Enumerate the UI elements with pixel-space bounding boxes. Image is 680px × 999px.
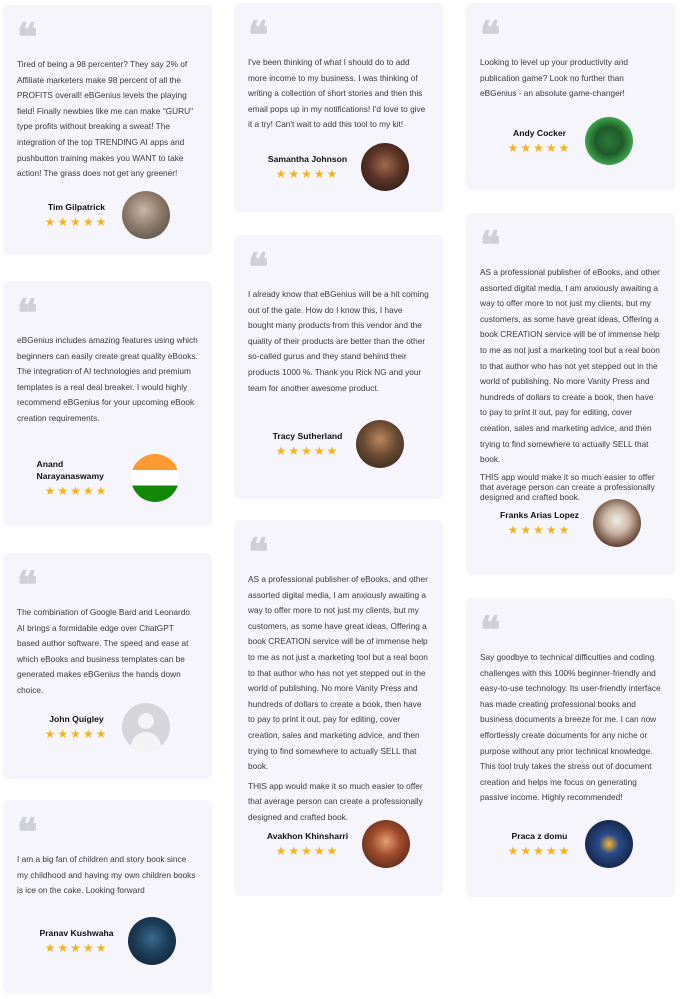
testimonial-card-anand-narayanaswamy: ❝ eBGenius includes amazing features usi… — [3, 281, 212, 526]
reviewer: John Quigley ★★★★★ — [3, 703, 212, 751]
quote-icon: ❝ — [480, 607, 500, 652]
avatar — [122, 703, 171, 751]
testimonial-text: eBGenius includes amazing features using… — [17, 335, 198, 423]
reviewer-name: Tim Gilpatrick — [47, 202, 106, 212]
star-rating: ★★★★★ — [275, 444, 340, 458]
quote-icon: ❝ — [17, 14, 37, 59]
quote-icon: ❝ — [480, 12, 500, 57]
star-rating: ★★★★★ — [44, 941, 109, 955]
testimonial-text: The combination of Google Bard and Leona… — [17, 607, 190, 695]
reviewer-name: Pranav Kushwaha — [39, 928, 114, 938]
testimonial-card-samantha-johnson: ❝ I've been thinking of what I should do… — [234, 3, 443, 212]
reviewer: Tim Gilpatrick ★★★★★ — [3, 191, 212, 239]
star-rating: ★★★★★ — [275, 844, 340, 858]
reviewer: Andy Cocker ★★★★★ — [466, 117, 675, 165]
testimonial-text: AS a professional publisher of eBooks, a… — [248, 574, 428, 822]
quote-icon: ❝ — [248, 244, 268, 289]
testimonial-card-john-quigley: ❝ The combination of Google Bard and Leo… — [3, 553, 212, 779]
testimonial-card-praca-z-domu: ❝ Say goodbye to technical difficulties … — [466, 598, 675, 897]
star-rating: ★★★★★ — [507, 844, 572, 858]
star-rating: ★★★★★ — [44, 727, 109, 741]
avatar — [361, 143, 410, 191]
reviewer-name: Praca z domu — [511, 831, 568, 841]
star-rating: ★★★★★ — [507, 141, 572, 155]
reviewer: Samantha Johnson ★★★★★ — [234, 143, 443, 191]
reviewer: Tracy Sutherland ★★★★★ — [234, 420, 443, 468]
testimonial-card-avakhon-khinsharri: ❝ AS a professional publisher of eBooks,… — [234, 520, 443, 896]
avatar — [122, 191, 171, 239]
reviewer: Pranav Kushwaha ★★★★★ — [3, 917, 212, 965]
testimonial-card-pranav-kushwaha: ❝ I am a big fan of children and story b… — [3, 800, 212, 994]
reviewer-name: Anand Narayanaswamy — [36, 459, 104, 481]
quote-icon: ❝ — [17, 290, 37, 335]
testimonial-card-andy-cocker: ❝ Looking to level up your productivity … — [466, 3, 675, 190]
star-rating: ★★★★★ — [44, 215, 109, 229]
avatar — [585, 117, 634, 165]
testimonial-text: I am a big fan of children and story boo… — [17, 854, 196, 896]
reviewer-name: Tracy Sutherland — [272, 431, 343, 441]
testimonial-text: AS a professional publisher of eBooks, a… — [480, 267, 660, 502]
avatar — [585, 820, 634, 868]
quote-icon: ❝ — [17, 809, 37, 854]
testimonial-card-franks-arias-lopez: ❝ AS a professional publisher of eBooks,… — [466, 213, 675, 575]
star-rating: ★★★★★ — [275, 167, 340, 181]
testimonial-text: Looking to level up your productivity an… — [480, 57, 629, 99]
quote-icon: ❝ — [248, 529, 268, 574]
testimonial-card-tracy-sutherland: ❝ I already know that eBGenius will be a… — [234, 235, 443, 499]
avatar — [592, 499, 641, 547]
quote-icon: ❝ — [248, 12, 268, 57]
reviewer: Avakhon Khinsharri ★★★★★ — [234, 820, 443, 868]
avatar — [127, 917, 176, 965]
reviewer: Anand Narayanaswamy ★★★★★ — [3, 454, 212, 502]
quote-icon: ❝ — [480, 222, 500, 267]
reviewer-name: Samantha Johnson — [267, 154, 348, 164]
testimonial-text: I already know that eBGenius will be a h… — [248, 289, 429, 393]
reviewer-name: Andy Cocker — [512, 128, 566, 138]
reviewer-name: John Quigley — [49, 714, 104, 724]
avatar — [130, 454, 179, 502]
avatar — [362, 820, 411, 868]
reviewer-name: Avakhon Khinsharri — [266, 831, 349, 841]
star-rating: ★★★★★ — [507, 523, 572, 537]
avatar — [356, 420, 405, 468]
reviewer: Praca z domu ★★★★★ — [466, 820, 675, 868]
testimonial-text: I've been thinking of what I should do t… — [248, 57, 426, 130]
testimonial-card-tim-gilpatrick: ❝ Tired of being a 98 percenter? They sa… — [3, 5, 212, 255]
reviewer-name: Franks Arias Lopez — [500, 510, 579, 520]
testimonial-text: Tired of being a 98 percenter? They say … — [17, 59, 194, 179]
star-rating: ★★★★★ — [44, 484, 109, 498]
reviewer: Franks Arias Lopez ★★★★★ — [466, 499, 675, 547]
quote-icon: ❝ — [17, 562, 37, 607]
testimonial-text: Say goodbye to technical difficulties an… — [480, 652, 661, 803]
